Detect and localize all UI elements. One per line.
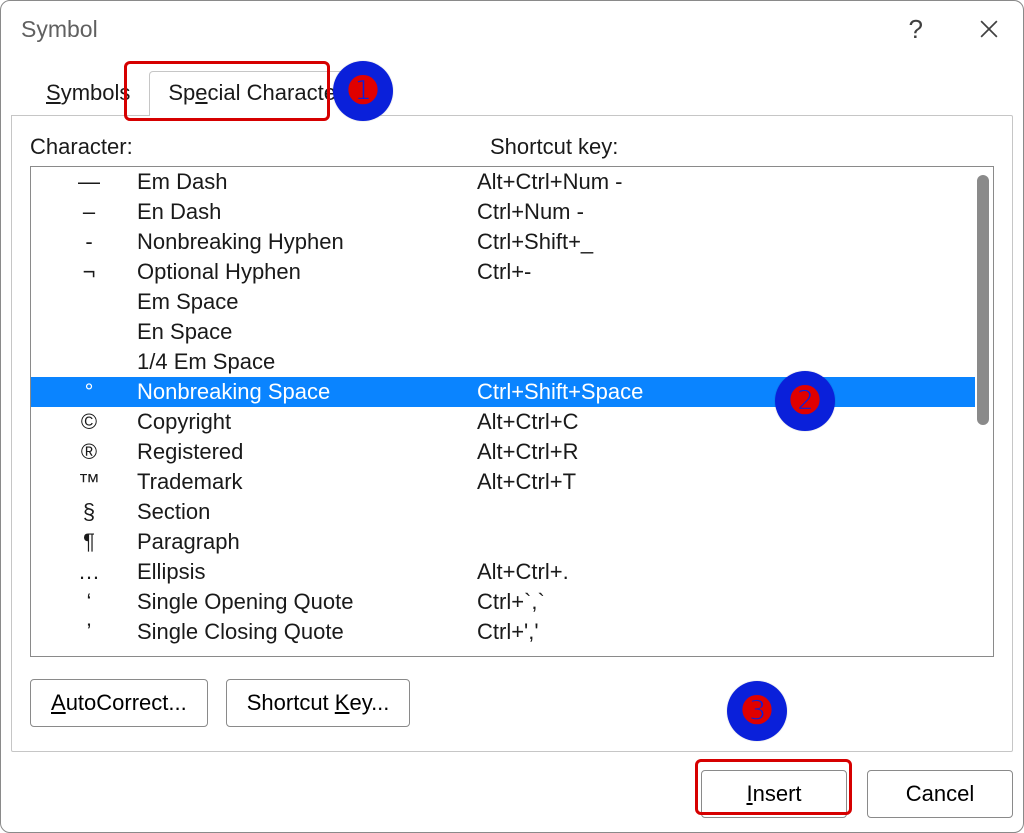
close-button[interactable] [969, 9, 1009, 49]
insert-button[interactable]: Insert [701, 770, 847, 818]
symbol-dialog: Symbol ? Symbols Special Characters Char… [0, 0, 1024, 833]
tab-symbols[interactable]: Symbols [27, 71, 149, 116]
character-name: Single Closing Quote [137, 617, 477, 647]
character-name: En Dash [137, 197, 477, 227]
list-item[interactable]: ¶Paragraph [31, 527, 975, 557]
character-glyph: § [41, 497, 137, 527]
character-list[interactable]: —Em DashAlt+Ctrl+Num -–En DashCtrl+Num -… [31, 167, 975, 656]
scrollbar-thumb[interactable] [977, 175, 989, 425]
character-glyph: - [41, 227, 137, 257]
character-shortcut: Alt+Ctrl+T [477, 467, 975, 497]
shortcut-key-button[interactable]: Shortcut Key... [226, 679, 411, 727]
close-icon [980, 20, 998, 38]
character-glyph: © [41, 407, 137, 437]
character-glyph: … [41, 557, 137, 587]
character-glyph: – [41, 197, 137, 227]
list-item[interactable]: –En DashCtrl+Num - [31, 197, 975, 227]
dialog-footer: Insert Cancel [1, 762, 1023, 832]
character-shortcut: Ctrl+`,` [477, 587, 975, 617]
autocorrect-button[interactable]: AutoCorrect... [30, 679, 208, 727]
list-item[interactable]: ‘Single Opening QuoteCtrl+`,` [31, 587, 975, 617]
character-name: En Space [137, 317, 477, 347]
tab-strip: Symbols Special Characters [11, 57, 1013, 115]
lower-button-row: AutoCorrect... Shortcut Key... [30, 679, 994, 727]
character-shortcut: Alt+Ctrl+Num - [477, 167, 975, 197]
character-name: Registered [137, 437, 477, 467]
list-item[interactable]: -Nonbreaking HyphenCtrl+Shift+_ [31, 227, 975, 257]
character-glyph: — [41, 167, 137, 197]
list-item[interactable]: ’Single Closing QuoteCtrl+',' [31, 617, 975, 647]
titlebar: Symbol ? [1, 1, 1023, 57]
character-shortcut: Ctrl+Num - [477, 197, 975, 227]
character-header: Character: [30, 134, 490, 160]
character-glyph: ¬ [41, 257, 137, 287]
special-characters-panel: Character: Shortcut key: —Em DashAlt+Ctr… [11, 115, 1013, 752]
character-list-container: —Em DashAlt+Ctrl+Num -–En DashCtrl+Num -… [30, 166, 994, 657]
dialog-title: Symbol [21, 16, 909, 43]
list-item[interactable]: ©CopyrightAlt+Ctrl+C [31, 407, 975, 437]
character-name: 1/4 Em Space [137, 347, 477, 377]
character-shortcut: Alt+Ctrl+R [477, 437, 975, 467]
character-shortcut: Ctrl+Shift+_ [477, 227, 975, 257]
character-name: Trademark [137, 467, 477, 497]
character-shortcut: Ctrl+Shift+Space [477, 377, 975, 407]
list-item[interactable]: ¬Optional HyphenCtrl+- [31, 257, 975, 287]
column-headers: Character: Shortcut key: [30, 134, 994, 160]
list-item[interactable]: Em Space [31, 287, 975, 317]
character-glyph: ¶ [41, 527, 137, 557]
list-item[interactable]: ®RegisteredAlt+Ctrl+R [31, 437, 975, 467]
character-name: Em Space [137, 287, 477, 317]
character-name: Section [137, 497, 477, 527]
character-shortcut: Ctrl+',' [477, 617, 975, 647]
list-item[interactable]: …EllipsisAlt+Ctrl+. [31, 557, 975, 587]
character-name: Nonbreaking Space [137, 377, 477, 407]
help-button[interactable]: ? [909, 14, 923, 45]
character-name: Single Opening Quote [137, 587, 477, 617]
character-name: Optional Hyphen [137, 257, 477, 287]
character-name: Copyright [137, 407, 477, 437]
list-item[interactable]: —Em DashAlt+Ctrl+Num - [31, 167, 975, 197]
character-shortcut: Alt+Ctrl+C [477, 407, 975, 437]
list-item[interactable]: En Space [31, 317, 975, 347]
character-name: Em Dash [137, 167, 477, 197]
character-name: Nonbreaking Hyphen [137, 227, 477, 257]
list-item[interactable]: ™TrademarkAlt+Ctrl+T [31, 467, 975, 497]
list-item[interactable]: °Nonbreaking SpaceCtrl+Shift+Space [31, 377, 975, 407]
tab-special-characters[interactable]: Special Characters [149, 71, 373, 116]
scrollbar[interactable] [975, 167, 993, 656]
list-item[interactable]: §Section [31, 497, 975, 527]
character-glyph: ’ [41, 617, 137, 647]
dialog-content: Symbols Special Characters Character: Sh… [1, 57, 1023, 762]
character-glyph: ° [41, 377, 137, 407]
character-glyph: ‘ [41, 587, 137, 617]
character-glyph: ™ [41, 467, 137, 497]
character-name: Ellipsis [137, 557, 477, 587]
list-item[interactable]: 1/4 Em Space [31, 347, 975, 377]
character-glyph: ® [41, 437, 137, 467]
character-shortcut: Ctrl+- [477, 257, 975, 287]
character-name: Paragraph [137, 527, 477, 557]
shortcut-key-header: Shortcut key: [490, 134, 994, 160]
cancel-button[interactable]: Cancel [867, 770, 1013, 818]
character-shortcut: Alt+Ctrl+. [477, 557, 975, 587]
